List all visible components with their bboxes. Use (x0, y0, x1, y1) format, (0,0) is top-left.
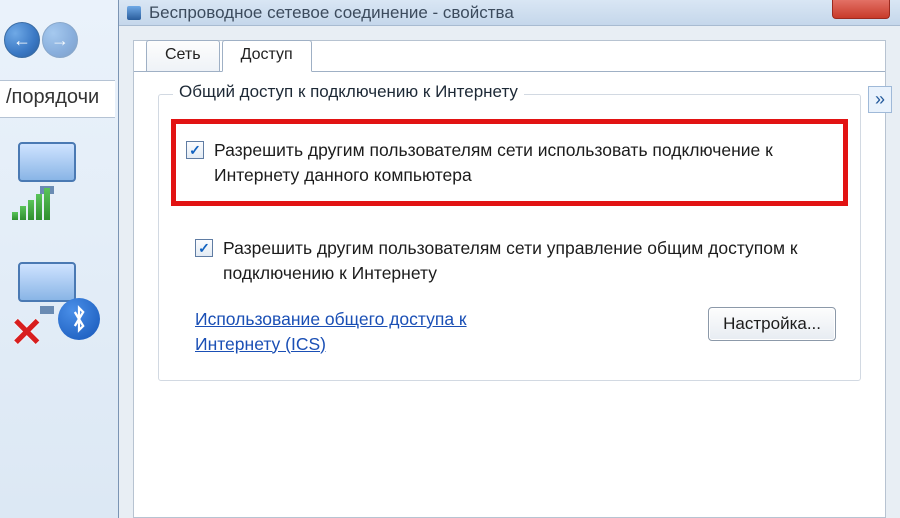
allow-sharing-checkbox[interactable]: ✓ (186, 141, 204, 159)
allow-control-checkbox[interactable]: ✓ (195, 239, 213, 257)
nav-buttons: ← → (4, 22, 78, 58)
wifi-signal-icon (12, 188, 50, 220)
tab-strip: Сеть Доступ (146, 39, 314, 71)
tab-access[interactable]: Доступ (222, 40, 312, 72)
group-bottom-row: Использование общего доступа к Интернету… (195, 307, 836, 356)
window-icon (127, 6, 141, 20)
group-legend: Общий доступ к подключению к Интернету (173, 82, 524, 102)
disconnected-x-icon: ✕ (10, 310, 44, 356)
forward-arrow-icon[interactable]: → (42, 22, 78, 58)
settings-button[interactable]: Настройка... (708, 307, 836, 341)
address-bar-fragment[interactable]: /порядочи (0, 80, 115, 118)
titlebar[interactable]: Беспроводное сетевое соединение - свойст… (119, 0, 900, 26)
ics-groupbox: Общий доступ к подключению к Интернету ✓… (158, 94, 861, 381)
monitor-icon (18, 262, 76, 302)
allow-sharing-row: ✓ Разрешить другим пользователям сети ис… (171, 119, 848, 206)
tab-page-access: Общий доступ к подключению к Интернету ✓… (134, 72, 885, 517)
window-title: Беспроводное сетевое соединение - свойст… (149, 3, 514, 23)
close-button[interactable] (832, 0, 890, 19)
back-arrow-icon[interactable]: ← (4, 22, 40, 58)
connection-icons-panel: ✕ (10, 140, 115, 368)
ics-help-link[interactable]: Использование общего доступа к Интернету… (195, 307, 555, 356)
wireless-connection-item[interactable] (10, 140, 100, 220)
properties-dialog: Беспроводное сетевое соединение - свойст… (118, 0, 900, 518)
allow-control-label: Разрешить другим пользователям сети упра… (223, 236, 840, 285)
dialog-client-area: Сеть Доступ Общий доступ к подключению к… (133, 40, 886, 518)
chevrons-right-icon[interactable]: » (868, 86, 892, 113)
allow-control-row: ✓ Разрешить другим пользователям сети уп… (195, 236, 840, 285)
allow-sharing-label: Разрешить другим пользователям сети испо… (214, 138, 833, 187)
tab-network[interactable]: Сеть (146, 40, 220, 72)
monitor-icon (18, 142, 76, 182)
bluetooth-icon (58, 298, 100, 340)
bluetooth-connection-item[interactable]: ✕ (10, 260, 100, 340)
